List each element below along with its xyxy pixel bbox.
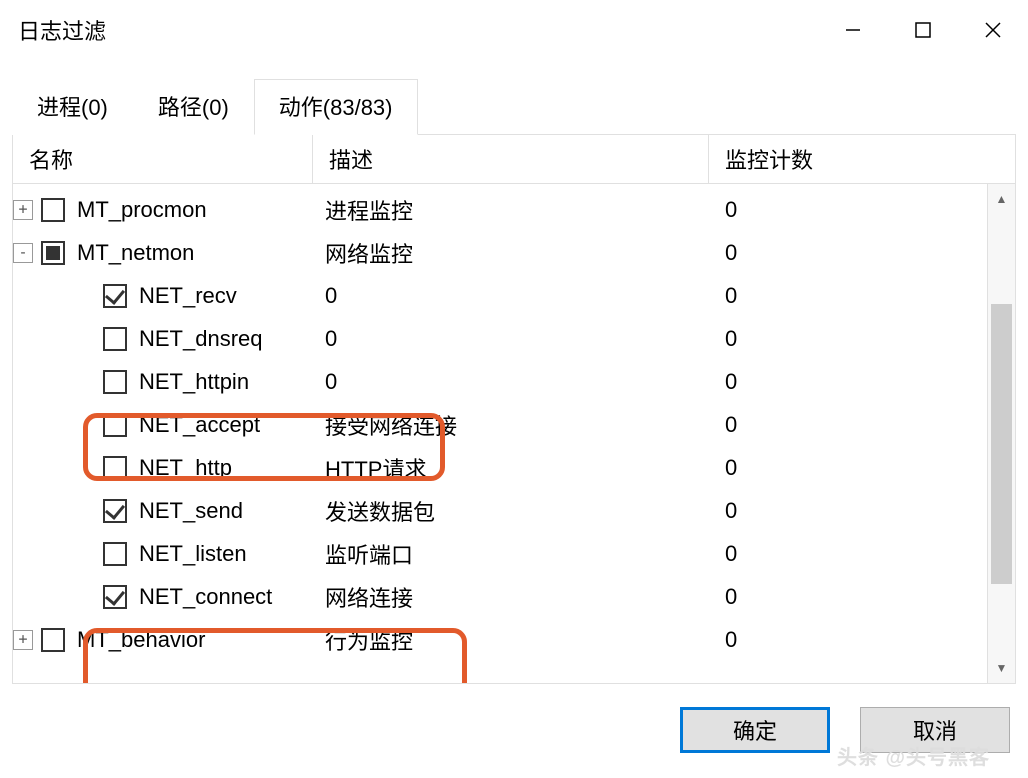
checkbox[interactable] — [41, 241, 65, 265]
tree-row[interactable]: + MT_behavior 行为监控 0 — [13, 618, 987, 661]
vertical-scrollbar[interactable]: ▲ ▼ — [987, 184, 1015, 683]
expander-spacer — [75, 329, 95, 349]
close-button[interactable] — [958, 3, 1028, 58]
tree-row[interactable]: NET_dnsreq 0 0 — [13, 317, 987, 360]
node-count: 0 — [725, 627, 737, 653]
checkbox[interactable] — [41, 628, 65, 652]
node-count: 0 — [725, 326, 737, 352]
header-count[interactable]: 监控计数 — [709, 135, 1015, 183]
node-desc: 接受网络连接 — [325, 409, 457, 441]
node-name: NET_send — [139, 498, 243, 523]
checkbox[interactable] — [103, 585, 127, 609]
node-count: 0 — [725, 283, 737, 309]
titlebar: 日志过滤 — [0, 0, 1028, 60]
node-name: NET_listen — [139, 541, 247, 566]
node-count: 0 — [725, 369, 737, 395]
tabs-area: 进程(0) 路径(0) 动作(83/83) 名称 描述 监控计数 + MT_pro… — [0, 60, 1028, 684]
node-count: 0 — [725, 240, 737, 266]
node-name: NET_connect — [139, 584, 272, 609]
scroll-up-icon[interactable]: ▲ — [988, 186, 1015, 212]
dialog-footer: 确定 取消 — [680, 707, 1010, 753]
expand-icon[interactable]: + — [13, 200, 33, 220]
expander-spacer — [75, 372, 95, 392]
checkbox[interactable] — [103, 456, 127, 480]
tab-action[interactable]: 动作(83/83) — [254, 79, 418, 135]
header-desc[interactable]: 描述 — [313, 135, 709, 183]
node-count: 0 — [725, 197, 737, 223]
tree-container: + MT_procmon 进程监控 0 - MT_netmon 网络监控 0 NET_recv 0… — [12, 184, 1016, 684]
node-name: MT_procmon — [77, 197, 207, 222]
node-desc: 0 — [325, 326, 337, 352]
node-desc: 行为监控 — [325, 624, 413, 656]
checkbox[interactable] — [103, 499, 127, 523]
checkbox[interactable] — [103, 542, 127, 566]
cancel-button[interactable]: 取消 — [860, 707, 1010, 753]
tree-row[interactable]: NET_recv 0 0 — [13, 274, 987, 317]
checkbox[interactable] — [103, 284, 127, 308]
node-count: 0 — [725, 584, 737, 610]
tree-row[interactable]: + MT_procmon 进程监控 0 — [13, 188, 987, 231]
node-desc: 监听端口 — [325, 538, 413, 570]
header-name[interactable]: 名称 — [13, 135, 313, 183]
tree-row[interactable]: NET_connect 网络连接 0 — [13, 575, 987, 618]
node-count: 0 — [725, 498, 737, 524]
window-title: 日志过滤 — [18, 14, 818, 46]
node-name: NET_http — [139, 455, 232, 480]
node-name: NET_accept — [139, 412, 260, 437]
checkbox[interactable] — [41, 198, 65, 222]
node-desc: HTTP请求 — [325, 452, 426, 484]
maximize-icon — [914, 21, 932, 39]
checkbox[interactable] — [103, 413, 127, 437]
tab-bar: 进程(0) 路径(0) 动作(83/83) — [12, 78, 1016, 135]
tree-row[interactable]: NET_send 发送数据包 0 — [13, 489, 987, 532]
expander-spacer — [75, 458, 95, 478]
tree-row[interactable]: NET_httpin 0 0 — [13, 360, 987, 403]
window-controls — [818, 3, 1028, 58]
node-name: NET_recv — [139, 283, 237, 308]
collapse-icon[interactable]: - — [13, 243, 33, 263]
tree-row[interactable]: - MT_netmon 网络监控 0 — [13, 231, 987, 274]
node-desc: 网络监控 — [325, 237, 413, 269]
tree-row[interactable]: NET_http HTTP请求 0 — [13, 446, 987, 489]
expander-spacer — [75, 544, 95, 564]
node-name: NET_dnsreq — [139, 326, 263, 351]
node-desc: 网络连接 — [325, 581, 413, 613]
expand-icon[interactable]: + — [13, 630, 33, 650]
ok-button[interactable]: 确定 — [680, 707, 830, 753]
node-count: 0 — [725, 412, 737, 438]
tree-view[interactable]: + MT_procmon 进程监控 0 - MT_netmon 网络监控 0 NET_recv 0… — [13, 184, 987, 683]
checkbox[interactable] — [103, 370, 127, 394]
checkbox[interactable] — [103, 327, 127, 351]
node-desc: 0 — [325, 369, 337, 395]
minimize-icon — [844, 21, 862, 39]
node-count: 0 — [725, 455, 737, 481]
tab-path[interactable]: 路径(0) — [133, 79, 254, 135]
node-count: 0 — [725, 541, 737, 567]
expander-spacer — [75, 501, 95, 521]
maximize-button[interactable] — [888, 3, 958, 58]
column-headers: 名称 描述 监控计数 — [12, 135, 1016, 184]
node-desc: 进程监控 — [325, 194, 413, 226]
node-desc: 发送数据包 — [325, 495, 435, 527]
node-name: MT_netmon — [77, 240, 194, 265]
tab-process[interactable]: 进程(0) — [12, 79, 133, 135]
tree-row[interactable]: NET_listen 监听端口 0 — [13, 532, 987, 575]
node-name: NET_httpin — [139, 369, 249, 394]
expander-spacer — [75, 587, 95, 607]
close-icon — [983, 20, 1003, 40]
node-desc: 0 — [325, 283, 337, 309]
minimize-button[interactable] — [818, 3, 888, 58]
expander-spacer — [75, 415, 95, 435]
node-name: MT_behavior — [77, 627, 205, 652]
scroll-down-icon[interactable]: ▼ — [988, 655, 1015, 681]
tree-row[interactable]: NET_accept 接受网络连接 0 — [13, 403, 987, 446]
scroll-thumb[interactable] — [991, 304, 1012, 584]
expander-spacer — [75, 286, 95, 306]
